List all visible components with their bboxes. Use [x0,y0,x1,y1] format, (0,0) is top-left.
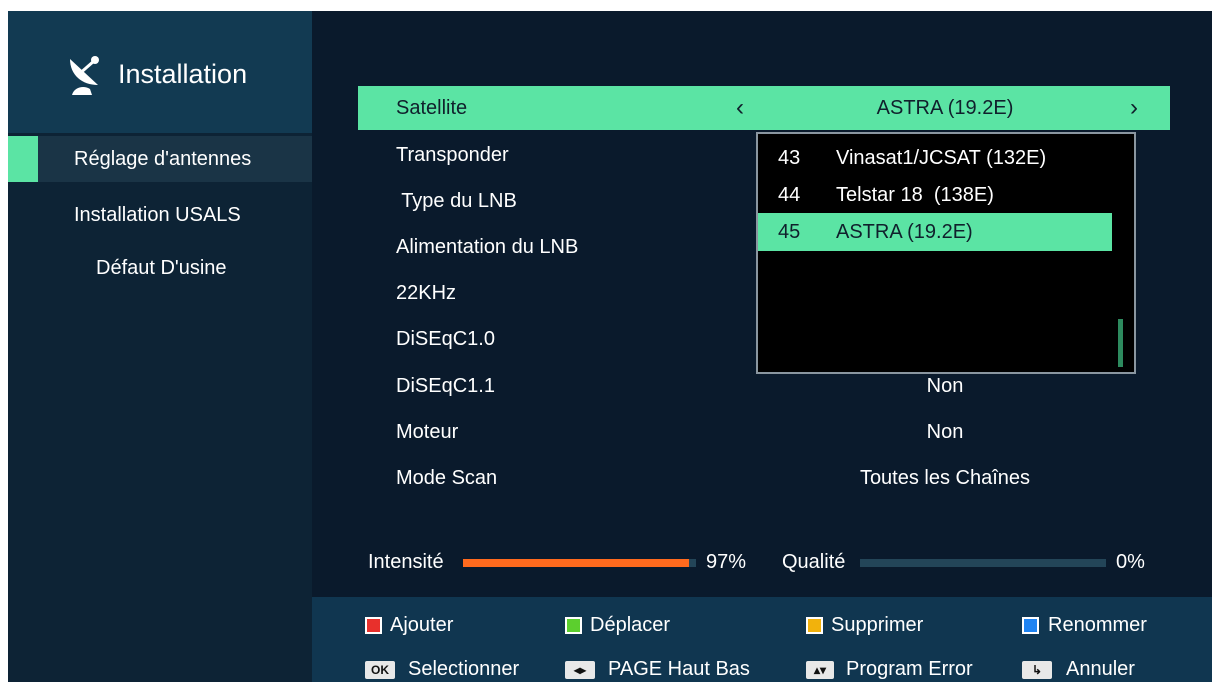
chevron-left-icon[interactable]: ‹ [736,94,744,122]
list-item-number: 44 [778,184,801,206]
menu-label: Moteur [396,421,459,443]
menu-row-moteur[interactable]: Moteur Non [358,410,1170,454]
menu-label: DiSEqC1.0 [396,328,495,350]
menu-label: DiSEqC1.1 [396,375,495,397]
intensity-label: Intensité [368,551,444,573]
menu-value: Non [926,421,964,443]
list-item-number: 43 [778,147,801,169]
page-key-label: PAGE Haut Bas [608,658,750,680]
intensity-bar [463,559,696,567]
satellite-dish-icon [70,56,99,95]
menu-value: Non [926,375,964,397]
menu-label: 22KHz [396,282,457,304]
sidebar-item-label: Installation USALS [74,204,241,226]
ok-key-label: Selectionner [408,658,520,680]
ok-key-icon: OK [365,661,395,679]
back-key-label: Annuler [1066,658,1135,680]
yellow-key-label: Supprimer [831,614,924,636]
sidebar-title: Installation [118,59,248,89]
red-key-label: Ajouter [390,614,454,636]
active-marker [8,136,38,182]
menu-label: Satellite [396,97,468,119]
list-item-name: ASTRA (19.2E) [836,221,973,243]
sidebar-item-reglage-antennes[interactable]: Réglage d'antennes [8,136,312,182]
green-key-label: Déplacer [590,614,671,636]
quality-bar [860,559,1106,567]
blue-key-label: Renommer [1048,614,1147,636]
yellow-key-icon [806,617,823,634]
back-arrow-icon: ↳ [1022,661,1052,679]
green-key-icon [565,617,582,634]
intensity-value: 97% [706,551,747,573]
sidebar-item-label: Réglage d'antennes [74,148,252,170]
list-item-selected[interactable]: 45 ASTRA (19.2E) [758,213,1112,251]
menu-value: ASTRA (19.2E) [876,97,1014,119]
footer-key-hints: Ajouter Déplacer Supprimer Renommer OK S… [312,597,1212,682]
sidebar-header: Installation [8,11,312,133]
sidebar-item-installation-usals[interactable]: Installation USALS [8,192,312,238]
intensity-bar-fill [463,559,689,567]
quality-label: Qualité [782,551,846,573]
scrollbar-thumb[interactable] [1118,319,1123,367]
menu-value: Toutes les Chaînes [859,467,1031,489]
sidebar: Installation Réglage d'antennes Installa… [8,11,312,682]
blue-key-icon [1022,617,1039,634]
satellite-dropdown-list: 43 Vinasat1/JCSAT (132E) 44 Telstar 18 (… [756,132,1136,374]
sidebar-item-label: Défaut D'usine [96,257,227,279]
menu-row-satellite[interactable]: Satellite ‹ ASTRA (19.2E) › [358,86,1170,130]
quality-value: 0% [1116,551,1145,573]
list-item-name: Vinasat1/JCSAT (132E) [836,147,1047,169]
menu-label: Mode Scan [396,467,498,489]
chevron-right-icon[interactable]: › [1130,94,1138,122]
sidebar-item-defaut-usine[interactable]: Défaut D'usine [8,245,312,291]
list-item[interactable]: 43 Vinasat1/JCSAT (132E) [758,139,1112,177]
left-right-arrow-icon: ◂▸ [565,661,595,679]
screen: Installation Réglage d'antennes Installa… [8,11,1212,682]
menu-row-mode-scan[interactable]: Mode Scan Toutes les Chaînes [358,456,1170,500]
list-item-number: 45 [778,221,801,243]
list-item[interactable]: 44 Telstar 18 (138E) [758,176,1112,214]
red-key-icon [365,617,382,634]
menu-label: Type du LNB [396,190,517,212]
list-item-name: Telstar 18 (138E) [836,184,994,206]
up-down-arrow-icon: ▴▾ [806,661,834,679]
menu-label: Transponder [396,144,509,166]
updown-key-label: Program Error [846,658,973,680]
menu-label: Alimentation du LNB [396,236,579,258]
